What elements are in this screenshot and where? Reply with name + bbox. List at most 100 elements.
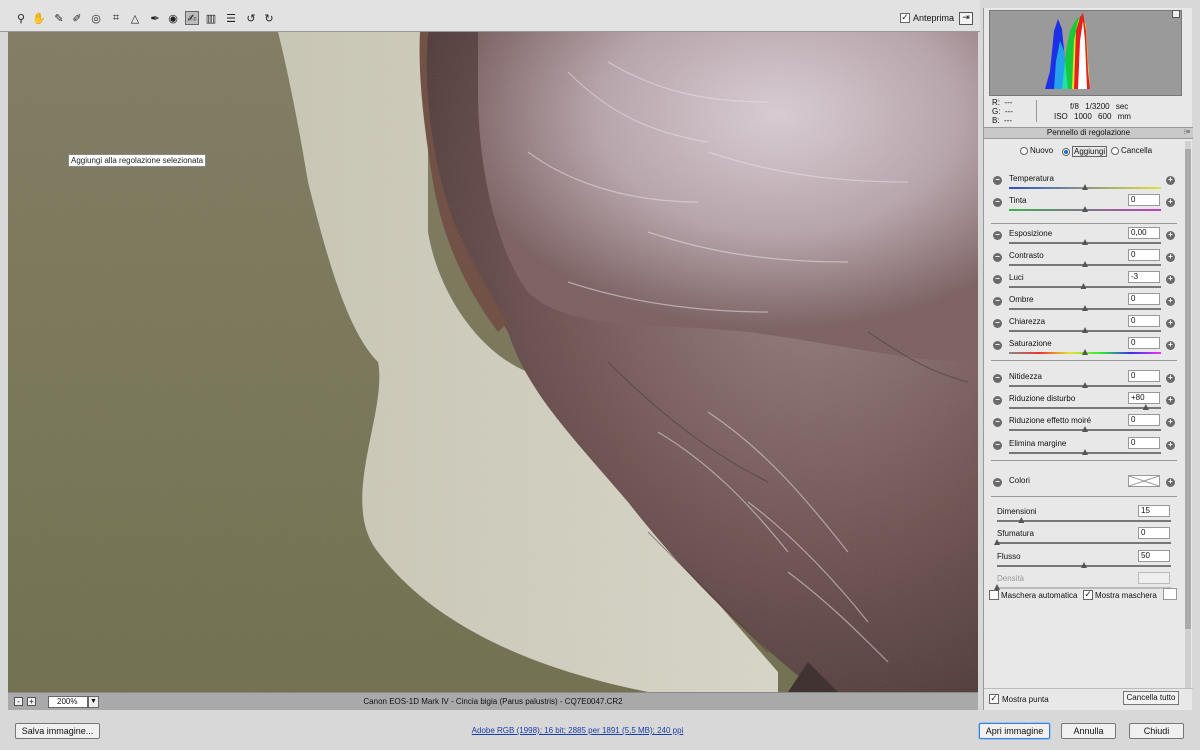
increase-icon[interactable]: +	[1166, 176, 1175, 185]
decrease-icon[interactable]: −	[993, 198, 1002, 207]
slider-value-field[interactable]: 0	[1128, 414, 1160, 426]
show-tip-toggle[interactable]: ✓ Mostra punta	[989, 694, 1049, 704]
slider-track[interactable]	[1009, 283, 1161, 289]
slider-value-field[interactable]: 0	[1128, 315, 1160, 327]
slider-track[interactable]	[1009, 449, 1161, 455]
increase-icon[interactable]: +	[1166, 275, 1175, 284]
decrease-icon[interactable]: −	[993, 319, 1002, 328]
slider-value-field[interactable]: 0	[1128, 370, 1160, 382]
increase-icon[interactable]: +	[1166, 198, 1175, 207]
cancel-button[interactable]: Annulla	[1061, 723, 1116, 739]
fullscreen-button[interactable]: ⇥	[959, 12, 973, 25]
increase-icon[interactable]: +	[1166, 418, 1175, 427]
slider-track[interactable]	[1009, 184, 1161, 190]
increase-icon[interactable]: +	[1166, 341, 1175, 350]
increase-icon[interactable]: +	[1166, 297, 1175, 306]
slider-track[interactable]	[1009, 206, 1161, 212]
brush-setting-field[interactable]: 15	[1138, 505, 1170, 517]
increase-icon[interactable]: +	[1166, 374, 1175, 383]
decrease-icon[interactable]: −	[993, 341, 1002, 350]
slider-thumb[interactable]	[1081, 562, 1087, 568]
slider-track[interactable]	[1009, 239, 1161, 245]
slider-track[interactable]	[1009, 382, 1161, 388]
increase-icon[interactable]: +	[1166, 253, 1175, 262]
hand-tool[interactable]: ✋	[32, 11, 46, 25]
panel-menu-icon[interactable]: ⁝≡	[1184, 128, 1190, 138]
slider-thumb[interactable]	[1082, 382, 1088, 388]
slider-value-field[interactable]: 0	[1128, 249, 1160, 261]
increase-icon[interactable]: +	[1166, 478, 1175, 487]
image-preview[interactable]	[8, 32, 978, 692]
zoom-tool[interactable]: ⚲	[14, 11, 28, 25]
preferences-tool[interactable]: ☰	[224, 11, 238, 25]
slider-thumb[interactable]	[1082, 426, 1088, 432]
slider-thumb[interactable]	[994, 539, 1000, 545]
increase-icon[interactable]: +	[1166, 231, 1175, 240]
clipping-warning-toggle[interactable]	[1172, 10, 1180, 18]
decrease-icon[interactable]: −	[993, 231, 1002, 240]
slider-thumb[interactable]	[1080, 283, 1087, 289]
open-image-button[interactable]: Apri immagine	[979, 723, 1050, 739]
slider-value-field[interactable]: 0	[1128, 194, 1160, 206]
scrollbar-thumb[interactable]	[1185, 149, 1191, 629]
brush-slider-track[interactable]	[997, 562, 1171, 568]
crop-tool[interactable]: ⌗	[109, 11, 123, 25]
slider-thumb[interactable]	[1082, 349, 1088, 355]
preview-checkbox[interactable]: ✓	[900, 13, 910, 23]
mask-color-swatch[interactable]	[1163, 588, 1177, 600]
decrease-icon[interactable]: −	[993, 418, 1002, 427]
targeted-adjustment-tool[interactable]: ◎	[89, 11, 103, 25]
decrease-icon[interactable]: −	[993, 478, 1002, 487]
slider-value-field[interactable]: 0	[1128, 337, 1160, 349]
slider-value-field[interactable]: 0	[1128, 437, 1160, 449]
slider-thumb[interactable]	[1018, 517, 1025, 523]
slider-value-field[interactable]: +80	[1128, 392, 1160, 404]
slider-track[interactable]	[1009, 349, 1161, 355]
panel-scrollbar[interactable]	[1185, 141, 1191, 689]
slider-thumb[interactable]	[1082, 449, 1088, 455]
slider-value-field[interactable]: 0	[1128, 293, 1160, 305]
color-swatch[interactable]	[1128, 475, 1160, 487]
spot-removal-tool[interactable]: ✒	[148, 11, 162, 25]
mode-erase-radio[interactable]: Cancella	[1111, 146, 1152, 155]
auto-mask-checkbox[interactable]	[989, 590, 999, 600]
brush-setting-field[interactable]: 50	[1138, 550, 1170, 562]
decrease-icon[interactable]: −	[993, 176, 1002, 185]
decrease-icon[interactable]: −	[993, 441, 1002, 450]
decrease-icon[interactable]: −	[993, 297, 1002, 306]
adjustment-brush-tool[interactable]: ✍	[185, 11, 199, 25]
brush-slider-track[interactable]	[994, 539, 1171, 545]
straighten-tool[interactable]: △	[128, 11, 142, 25]
increase-icon[interactable]: +	[1166, 396, 1175, 405]
brush-slider-track[interactable]	[997, 517, 1171, 523]
slider-thumb[interactable]	[1082, 327, 1088, 333]
mode-new-radio[interactable]: Nuovo	[1020, 146, 1053, 155]
increase-icon[interactable]: +	[1166, 441, 1175, 450]
mode-add-radio[interactable]: Aggiungi	[1062, 146, 1108, 157]
red-eye-tool[interactable]: ◉	[166, 11, 180, 25]
slider-thumb[interactable]	[1082, 305, 1088, 311]
auto-mask-toggle[interactable]: Maschera automatica	[989, 590, 1077, 600]
slider-thumb[interactable]	[1142, 404, 1149, 410]
slider-thumb[interactable]	[1082, 261, 1088, 267]
slider-thumb[interactable]	[1082, 184, 1088, 190]
close-button[interactable]: Chiudi	[1129, 723, 1184, 739]
slider-track[interactable]	[1009, 327, 1161, 333]
slider-track[interactable]	[1009, 261, 1161, 267]
slider-track[interactable]	[1009, 305, 1161, 311]
show-tip-checkbox[interactable]: ✓	[989, 694, 999, 704]
decrease-icon[interactable]: −	[993, 253, 1002, 262]
rotate-right-tool[interactable]: ↻	[262, 11, 276, 25]
slider-track[interactable]	[1009, 404, 1161, 410]
show-mask-toggle[interactable]: ✓ Mostra maschera	[1083, 590, 1157, 600]
decrease-icon[interactable]: −	[993, 374, 1002, 383]
brush-setting-field[interactable]: 0	[1138, 527, 1170, 539]
white-balance-tool[interactable]: ✎	[52, 11, 66, 25]
clear-all-button[interactable]: Cancella tutto	[1123, 691, 1179, 705]
decrease-icon[interactable]: −	[993, 396, 1002, 405]
rotate-left-tool[interactable]: ↺	[244, 11, 258, 25]
slider-thumb[interactable]	[1082, 239, 1088, 245]
slider-value-field[interactable]: -3	[1128, 271, 1160, 283]
preview-toggle[interactable]: ✓ Anteprima	[900, 13, 954, 23]
slider-track[interactable]	[1009, 426, 1161, 432]
